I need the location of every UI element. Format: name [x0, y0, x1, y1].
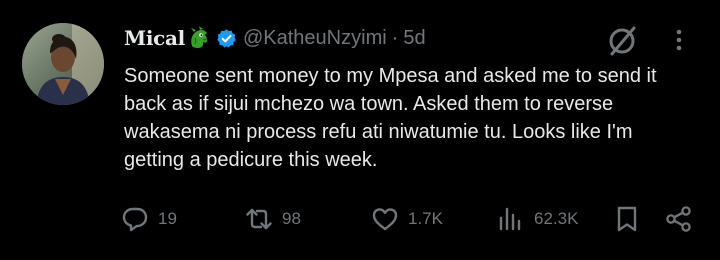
like-button[interactable]: 1.7K: [370, 204, 443, 234]
avatar[interactable]: [22, 23, 104, 105]
heart-icon: [370, 204, 400, 234]
reply-count: 19: [158, 209, 177, 228]
avatar-image: [22, 23, 104, 105]
views-count: 62.3K: [534, 209, 579, 228]
verified-badge-icon[interactable]: [216, 28, 237, 49]
speech-bubble-icon: [120, 204, 150, 234]
display-name[interactable]: Mical: [124, 26, 185, 50]
grok-slash-icon[interactable]: [604, 22, 640, 58]
tweet-text-line: getting a pedicure this week.: [124, 149, 378, 171]
separator-dot: ·: [391, 26, 399, 49]
more-dots-icon[interactable]: [671, 26, 687, 56]
bar-chart-icon: [496, 204, 526, 234]
repost-arrows-icon: [244, 204, 274, 234]
tweet-text-line: wakasema ni process refu ati niwatumie t…: [124, 121, 633, 143]
like-count: 1.7K: [408, 209, 443, 228]
share-icon: [664, 204, 694, 234]
repost-button[interactable]: 98: [244, 204, 301, 234]
tweet-text: Someone sent money to my Mpesa and asked…: [124, 62, 684, 174]
user-handle[interactable]: @KatheuNzyimi: [243, 27, 387, 50]
views-button[interactable]: 62.3K: [496, 204, 578, 234]
tweet-actions-bar: 19 98 1.7K 62.3K: [0, 206, 720, 260]
repost-count: 98: [282, 209, 301, 228]
dragon-face-emoji: [188, 26, 210, 50]
tweet-header: Mical @KatheuNzyimi · 5d: [124, 22, 426, 54]
tweet-text-line: back as if sijui mchezo wa town. Asked t…: [124, 93, 614, 115]
timestamp[interactable]: 5d: [403, 27, 425, 50]
bookmark-icon: [612, 204, 642, 234]
bookmark-button[interactable]: [612, 204, 642, 234]
reply-button[interactable]: 19: [120, 204, 177, 234]
tweet-card[interactable]: Mical @KatheuNzyimi · 5d Someone sent mo…: [0, 0, 720, 248]
tweet-text-line: Someone sent money to my Mpesa and asked…: [124, 65, 657, 87]
share-button[interactable]: [664, 204, 694, 234]
